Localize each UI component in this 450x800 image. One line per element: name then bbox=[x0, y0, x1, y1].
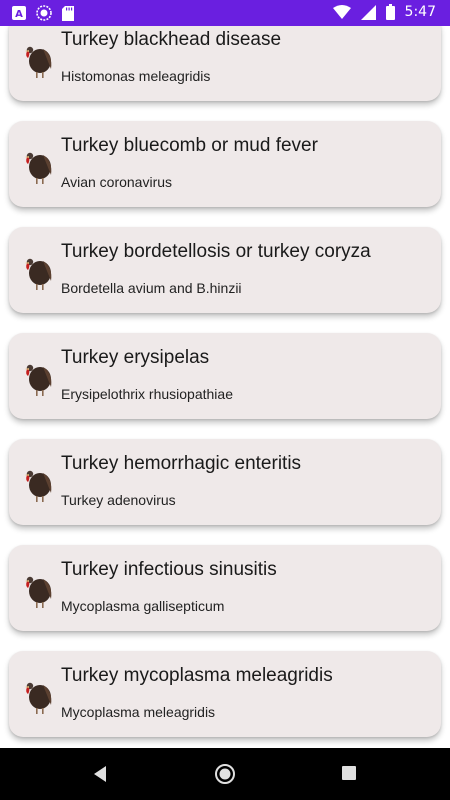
turkey-icon bbox=[25, 470, 52, 502]
signal-icon bbox=[360, 4, 376, 20]
disease-card[interactable]: Turkey mycoplasma meleagridis Mycoplasma… bbox=[9, 651, 441, 737]
back-icon[interactable] bbox=[92, 765, 108, 783]
status-bar: A 5:47 bbox=[0, 0, 450, 26]
disease-title: Turkey bluecomb or mud fever bbox=[61, 135, 318, 156]
turkey-icon bbox=[25, 46, 52, 78]
disease-subtitle: Mycoplasma gallisepticum bbox=[61, 598, 225, 614]
svg-text:A: A bbox=[15, 9, 23, 20]
disease-title: Turkey blackhead disease bbox=[61, 29, 282, 50]
clock-time: 5:47 bbox=[404, 4, 436, 20]
disease-title: Turkey hemorrhagic enteritis bbox=[61, 453, 302, 474]
turkey-icon bbox=[25, 576, 52, 608]
disease-card[interactable]: Turkey blackhead disease Histomonas mele… bbox=[9, 15, 441, 101]
disease-list[interactable]: Turkey blackhead disease Histomonas mele… bbox=[0, 0, 450, 748]
disease-card[interactable]: Turkey infectious sinusitis Mycoplasma g… bbox=[9, 545, 441, 631]
disease-title: Turkey bordetellosis or turkey coryza bbox=[61, 241, 371, 262]
disease-card[interactable]: Turkey hemorrhagic enteritis Turkey aden… bbox=[9, 439, 441, 525]
disease-subtitle: Avian coronavirus bbox=[61, 174, 173, 190]
turkey-icon bbox=[25, 682, 52, 714]
disease-card[interactable]: Turkey bluecomb or mud fever Avian coron… bbox=[9, 121, 441, 207]
disease-subtitle: Bordetella avium and B.hinzii bbox=[61, 280, 242, 296]
disease-subtitle: Erysipelothrix rhusiopathiae bbox=[61, 386, 233, 402]
turkey-icon bbox=[25, 258, 52, 290]
notification-a-icon: A bbox=[12, 6, 26, 20]
battery-icon bbox=[385, 4, 395, 20]
disease-card[interactable]: Turkey erysipelas Erysipelothrix rhusiop… bbox=[9, 333, 441, 419]
disease-subtitle: Turkey adenovirus bbox=[61, 492, 176, 508]
turkey-icon bbox=[25, 364, 52, 396]
home-icon[interactable] bbox=[214, 763, 236, 785]
disease-title: Turkey mycoplasma meleagridis bbox=[61, 665, 333, 686]
disease-subtitle: Mycoplasma meleagridis bbox=[61, 704, 216, 720]
turkey-icon bbox=[25, 152, 52, 184]
disease-subtitle: Histomonas meleagridis bbox=[61, 68, 211, 84]
disease-title: Turkey infectious sinusitis bbox=[61, 559, 277, 580]
recents-icon[interactable] bbox=[342, 766, 356, 780]
wifi-icon bbox=[332, 4, 351, 19]
disease-title: Turkey erysipelas bbox=[61, 347, 210, 368]
circle-icon bbox=[36, 5, 52, 21]
sd-card-icon bbox=[62, 5, 74, 21]
navigation-bar bbox=[0, 748, 450, 800]
disease-card[interactable]: Turkey bordetellosis or turkey coryza Bo… bbox=[9, 227, 441, 313]
